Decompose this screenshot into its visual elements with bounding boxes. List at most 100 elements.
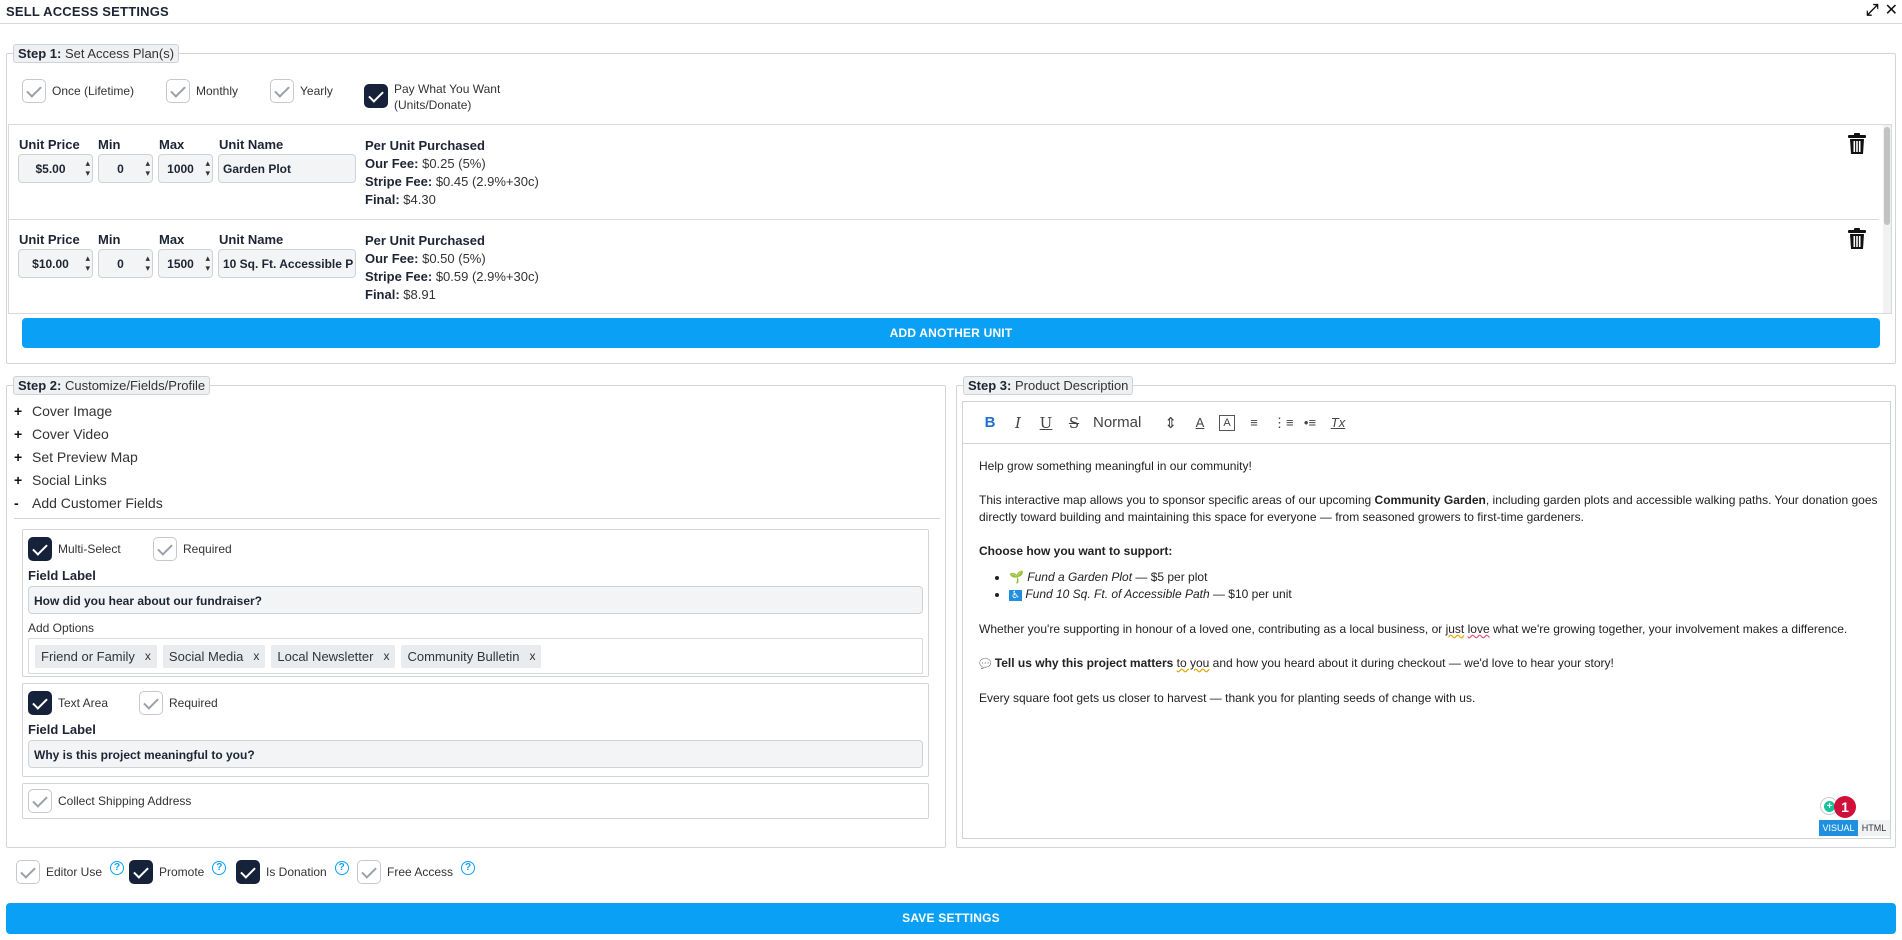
max-input[interactable]: 1500 ▴ ▾ xyxy=(158,249,213,278)
editor-use-option[interactable]: Editor Use ? xyxy=(16,860,125,884)
add-another-unit-button[interactable]: ADD ANOTHER UNIT xyxy=(22,318,1880,348)
section-cover-image[interactable]: + Cover Image xyxy=(14,403,112,419)
stepper-icon[interactable]: ▴ ▾ xyxy=(145,253,150,273)
plan-pay-what-you-want[interactable]: Pay What You Want (Units/Donate) xyxy=(364,79,500,113)
unit-price-input[interactable]: $10.00 ▴ ▾ xyxy=(18,249,93,278)
visual-mode-tab[interactable]: VISUAL xyxy=(1819,820,1858,836)
options-tag-input[interactable]: Friend or Family x Social Media x Local Ne… xyxy=(28,638,923,674)
help-icon[interactable]: ? xyxy=(334,861,349,875)
collect-shipping-checkbox[interactable] xyxy=(28,789,52,813)
plan-yearly-label: Yearly xyxy=(300,84,333,98)
clear-format-icon[interactable]: Tx xyxy=(1329,415,1347,430)
add-options-title: Add Options xyxy=(28,621,95,635)
multi-select-checkbox[interactable] xyxy=(28,537,52,561)
promote-option[interactable]: Promote ? xyxy=(129,860,227,884)
help-icon[interactable]: ? xyxy=(461,861,476,875)
field-label-title: Field Label xyxy=(28,722,96,737)
stepper-icon[interactable]: ▴ ▾ xyxy=(205,253,210,273)
background-color-icon[interactable]: A xyxy=(1219,414,1235,431)
field-label-input[interactable]: Why is this project meaningful to you? xyxy=(28,740,923,768)
remove-tag-icon[interactable]: x xyxy=(529,649,535,663)
plan-yearly-checkbox[interactable] xyxy=(270,79,294,103)
required-option[interactable]: Required xyxy=(153,537,232,561)
field-label-input[interactable]: How did you hear about our fundraiser? xyxy=(28,586,923,614)
list-item: ♿ Fund 10 Sq. Ft. of Accessible Path — $… xyxy=(1009,586,1879,604)
format-select[interactable]: Normal ⇕ xyxy=(1093,414,1181,432)
close-icon[interactable]: ✕ xyxy=(1885,2,1898,20)
step1-legend: Step 1: Set Access Plan(s) xyxy=(13,44,180,63)
plan-once-checkbox[interactable] xyxy=(22,79,46,103)
remove-tag-icon[interactable]: x xyxy=(253,649,259,663)
max-input[interactable]: 1000 ▴ ▾ xyxy=(158,154,213,183)
save-settings-button[interactable]: SAVE SETTINGS xyxy=(6,903,1896,934)
trash-icon[interactable] xyxy=(1847,228,1867,250)
units-scrollbar[interactable] xyxy=(1883,125,1891,313)
bullet-list-icon[interactable]: •≡ xyxy=(1301,415,1319,430)
html-mode-tab[interactable]: HTML xyxy=(1858,820,1890,836)
plan-monthly-checkbox[interactable] xyxy=(166,79,190,103)
bold-button[interactable]: B xyxy=(981,414,999,431)
free-access-checkbox[interactable] xyxy=(357,860,381,884)
ordered-list-icon[interactable]: ⋮≡ xyxy=(1273,415,1294,431)
rich-text-editor[interactable]: B I U S Normal ⇕ A A ≡ ⋮≡ •≡ Tx Help grow… xyxy=(962,401,1891,839)
step3-legend: Step 3: Product Description xyxy=(963,376,1134,395)
plan-pwyw-checkbox[interactable] xyxy=(364,84,388,108)
customer-field-card: Multi-Select Required Field Label How di… xyxy=(22,529,929,677)
stepper-icon[interactable]: ▴ ▾ xyxy=(145,158,150,178)
plan-once[interactable]: Once (Lifetime) xyxy=(22,79,134,103)
help-icon[interactable]: ? xyxy=(212,861,227,875)
is-donation-checkbox[interactable] xyxy=(236,860,260,884)
shipping-card: Collect Shipping Address xyxy=(22,783,929,819)
unit-price-input[interactable]: $5.00 ▴ ▾ xyxy=(18,154,93,183)
unit-row: Unit Price Min Max Unit Name $10.00 ▴ ▾ 0… xyxy=(9,220,1879,313)
editor-use-checkbox[interactable] xyxy=(16,860,40,884)
text-area-checkbox[interactable] xyxy=(28,691,52,715)
paragraph-heading: Choose how you want to support: xyxy=(979,544,1173,558)
unit-price-header: Unit Price xyxy=(19,232,80,247)
section-cover-video[interactable]: + Cover Video xyxy=(14,426,109,442)
underline-button[interactable]: U xyxy=(1037,414,1055,432)
help-icon[interactable]: ? xyxy=(110,861,125,875)
stepper-icon[interactable]: ▴ ▾ xyxy=(85,158,90,178)
expand-plus-icon: + xyxy=(14,449,23,465)
customer-field-card: Text Area Required Field Label Why is th… xyxy=(22,683,929,777)
max-header: Max xyxy=(159,232,185,247)
free-access-option[interactable]: Free Access ? xyxy=(357,860,476,884)
expand-plus-icon: + xyxy=(14,426,23,442)
is-donation-option[interactable]: Is Donation ? xyxy=(236,860,349,884)
trash-icon[interactable] xyxy=(1847,133,1867,155)
stepper-icon[interactable]: ▴ ▾ xyxy=(85,253,90,273)
text-color-icon[interactable]: A xyxy=(1191,415,1209,430)
required-option[interactable]: Required xyxy=(139,691,218,715)
expand-plus-icon: + xyxy=(14,472,23,488)
min-input[interactable]: 0 ▴ ▾ xyxy=(98,154,153,183)
strikethrough-button[interactable]: S xyxy=(1065,414,1083,432)
min-input[interactable]: 0 ▴ ▾ xyxy=(98,249,153,278)
expand-icon[interactable]: ⤢ xyxy=(1866,2,1879,20)
promote-checkbox[interactable] xyxy=(129,860,153,884)
unit-name-input[interactable]: Garden Plot xyxy=(218,154,356,183)
scrollbar-thumb[interactable] xyxy=(1884,127,1890,225)
collect-shipping-option[interactable]: Collect Shipping Address xyxy=(28,789,191,813)
stepper-icon[interactable]: ▴ ▾ xyxy=(205,158,210,178)
required-checkbox[interactable] xyxy=(139,691,163,715)
required-checkbox[interactable] xyxy=(153,537,177,561)
unit-name-input[interactable]: 10 Sq. Ft. Accessible P xyxy=(218,249,356,278)
align-icon[interactable]: ≡ xyxy=(1245,415,1263,430)
section-add-customer-fields[interactable]: - Add Customer Fields xyxy=(14,495,163,511)
option-tag: Community Bulletin x xyxy=(401,644,542,668)
text-area-option[interactable]: Text Area xyxy=(28,691,108,715)
select-arrow-icon: ⇕ xyxy=(1164,414,1177,432)
remove-tag-icon[interactable]: x xyxy=(383,649,389,663)
plan-yearly[interactable]: Yearly xyxy=(270,79,333,103)
editor-content[interactable]: Help grow something meaningful in our co… xyxy=(979,458,1879,724)
section-set-preview-map[interactable]: + Set Preview Map xyxy=(14,449,138,465)
window-titlebar: SELL ACCESS SETTINGS ⤢ ✕ xyxy=(0,0,1902,24)
issues-count-badge[interactable]: 1 xyxy=(1834,796,1856,818)
window-controls: ⤢ ✕ xyxy=(1866,2,1898,20)
remove-tag-icon[interactable]: x xyxy=(145,649,151,663)
plan-monthly[interactable]: Monthly xyxy=(166,79,238,103)
multi-select-option[interactable]: Multi-Select xyxy=(28,537,121,561)
section-social-links[interactable]: + Social Links xyxy=(14,472,107,488)
italic-button[interactable]: I xyxy=(1009,414,1027,432)
